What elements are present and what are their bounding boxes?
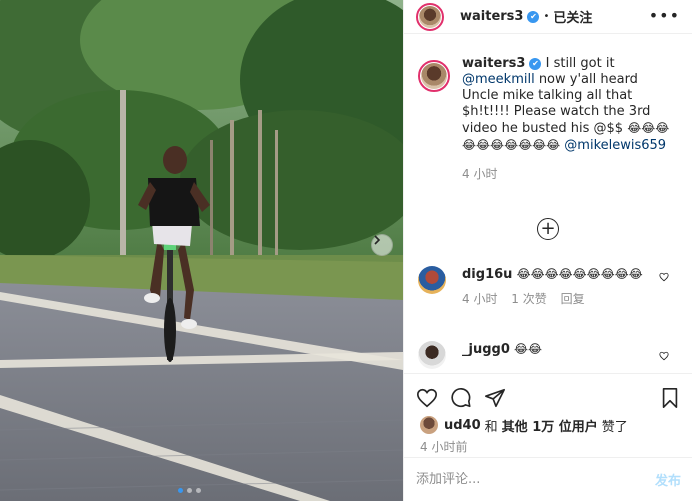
- commenter-username[interactable]: dig16u: [462, 267, 512, 282]
- carousel-dot: [196, 488, 201, 493]
- add-comment-bar: 发布: [404, 457, 692, 501]
- commenter-username[interactable]: _jugg0: [462, 342, 510, 357]
- separator-dot: •: [543, 11, 550, 22]
- comment-item: dig16u 😂😂😂😂😂😂😂😂😂 4 小时 1 次赞 回复: [418, 266, 683, 308]
- photo-scene: [0, 0, 403, 501]
- likes-suffix: 赞了: [601, 419, 628, 435]
- chevron-right-icon: [374, 235, 381, 245]
- bookmark-icon[interactable]: [659, 387, 681, 409]
- author-info: waiters3 ✔ • 已关注: [460, 7, 592, 26]
- caption-time[interactable]: 4 小时: [462, 167, 497, 181]
- caption-meta: 4 小时: [462, 166, 676, 182]
- mention-link[interactable]: @meekmill: [462, 72, 535, 87]
- verified-badge-icon: ✔: [527, 10, 540, 23]
- liker-avatar[interactable]: [420, 416, 438, 434]
- author-avatar[interactable]: [416, 2, 444, 31]
- comment-body: dig16u 😂😂😂😂😂😂😂😂😂 4 小时 1 次赞 回复: [462, 266, 662, 308]
- carousel-dot: [187, 488, 192, 493]
- comment-time[interactable]: 4 小时: [462, 292, 497, 306]
- verified-badge-icon: ✔: [529, 57, 542, 70]
- likes-others-link[interactable]: 其他 1万 位用户: [502, 416, 598, 435]
- mention-link[interactable]: @mikelewis659: [564, 138, 666, 153]
- commenter-avatar[interactable]: [418, 341, 446, 369]
- comments-list: waiters3 ✔ I still got it @meekmill now y…: [404, 56, 692, 376]
- post-sidebar: waiters3 ✔ • 已关注 ••• waiters3 ✔ I still g…: [403, 0, 692, 501]
- comment-meta: 4 小时 1 次赞 回复: [462, 291, 662, 308]
- caption-username[interactable]: waiters3: [462, 56, 525, 71]
- likes-connector: 和: [484, 419, 498, 435]
- post-comment-button[interactable]: 发布: [655, 470, 681, 489]
- like-comment-icon[interactable]: [659, 272, 669, 282]
- like-comment-icon[interactable]: [659, 351, 669, 361]
- comment-text: 😂😂: [514, 342, 543, 356]
- comment-body: _jugg0 😂😂: [462, 341, 662, 369]
- comment-like-count[interactable]: 1 次赞: [511, 292, 546, 306]
- carousel-dot: [178, 488, 183, 493]
- reply-button[interactable]: 回复: [561, 292, 585, 306]
- liker-username[interactable]: ud40: [444, 418, 481, 433]
- comment-item: _jugg0 😂😂: [418, 341, 683, 369]
- caption-avatar[interactable]: [418, 60, 450, 92]
- post-actions: ud40 和 其他 1万 位用户 赞了 4 小时前: [404, 373, 692, 456]
- share-icon[interactable]: [484, 387, 506, 409]
- author-username[interactable]: waiters3: [460, 9, 523, 24]
- comment-input[interactable]: [416, 472, 655, 487]
- post-photo[interactable]: [0, 0, 403, 501]
- comment-text: 😂😂😂😂😂😂😂😂😂: [516, 267, 643, 281]
- likes-summary: ud40 和 其他 1万 位用户 赞了: [404, 414, 692, 436]
- more-options-icon[interactable]: •••: [649, 6, 680, 25]
- post-caption: waiters3 ✔ I still got it @meekmill now y…: [404, 56, 692, 182]
- action-icons: [404, 374, 692, 414]
- post-timestamp[interactable]: 4 小时前: [404, 436, 692, 456]
- follow-status-button[interactable]: 已关注: [553, 7, 592, 26]
- post-header: waiters3 ✔ • 已关注 •••: [404, 0, 692, 34]
- heart-icon[interactable]: [416, 387, 438, 409]
- comment-icon[interactable]: [450, 387, 472, 409]
- caption-body: waiters3 ✔ I still got it @meekmill now y…: [462, 56, 676, 182]
- commenter-avatar[interactable]: [418, 266, 446, 294]
- carousel-next-button[interactable]: [371, 234, 393, 256]
- load-more-comments-button[interactable]: +: [537, 218, 559, 240]
- carousel-indicator: [178, 488, 201, 493]
- caption-text: I still got it: [545, 56, 615, 71]
